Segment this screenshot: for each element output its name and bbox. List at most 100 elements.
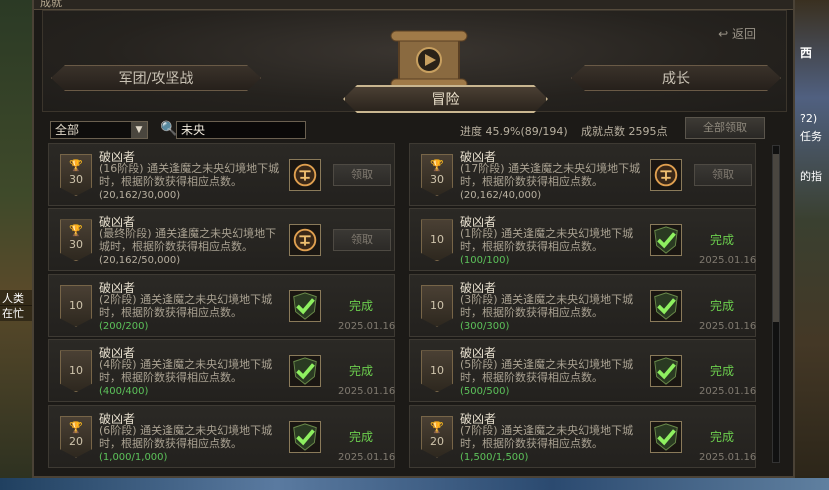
points-badge: 10: [60, 350, 92, 393]
check-shield-icon: [650, 420, 682, 453]
check-shield-icon: [289, 355, 321, 388]
side-chat-text: 在忙: [0, 305, 32, 321]
points-badge: 🏆 20: [60, 415, 92, 458]
tab-adventure-label: 冒险: [431, 92, 460, 108]
claim-button[interactable]: 领取: [333, 164, 391, 186]
points-badge: 10: [421, 284, 453, 327]
emblem-reward-icon: [289, 224, 321, 257]
trophy-icon: 🏆: [69, 159, 83, 172]
category-select[interactable]: 全部 ▼: [50, 121, 148, 139]
tab-legion[interactable]: 军团/攻坚战: [51, 65, 261, 91]
trophy-icon: 🏆: [69, 420, 83, 434]
points-badge: 🏆 30: [421, 154, 453, 196]
achievement-card: 10 破凶者 (4阶段) 通关逢魔之未央幻境地下城时，根据阶数获得相应点数。 (…: [48, 339, 396, 403]
achievement-description: (7阶段) 通关逢魔之未央幻境地下城时，根据阶数获得相应点数。: [460, 423, 634, 450]
back-button[interactable]: ↩ 返回: [718, 25, 756, 42]
scroll-emblem-icon: [390, 30, 468, 90]
achievement-description: (6阶段) 通关逢魔之未央幻境地下城时，根据阶数获得相应点数。: [99, 423, 273, 450]
claim-all-button[interactable]: 全部领取: [685, 117, 765, 139]
complete-label: 完成: [349, 298, 374, 313]
points-badge: 🏆 20: [421, 415, 453, 458]
tab-growth-label: 成长: [662, 71, 690, 87]
search-icon: 🔍: [160, 121, 178, 137]
complete-label: 完成: [349, 429, 374, 444]
achievement-description: (5阶段) 通关逢魔之未央幻境地下城时，根据阶数获得相应点数。: [460, 358, 634, 385]
points-badge: 🏆 30: [60, 154, 92, 196]
achievement-description: (1阶段) 通关逢魔之未央幻境地下城时，根据阶数获得相应点数。: [460, 227, 634, 254]
complete-date: 2025.01.16: [699, 386, 757, 398]
achievement-card: 🏆 20 破凶者 (7阶段) 通关逢魔之未央幻境地下城时，根据阶数获得相应点数。…: [409, 404, 757, 468]
achievement-card: 🏆 20 破凶者 (6阶段) 通关逢魔之未央幻境地下城时，根据阶数获得相应点数。…: [48, 404, 395, 468]
achievement-description: (最终阶段) 通关逢魔之未央幻境地下城时，根据阶数获得相应点数。: [99, 227, 277, 254]
search-input[interactable]: 未央: [176, 121, 306, 139]
check-shield-icon: [289, 289, 321, 322]
trophy-icon: 🏆: [430, 159, 444, 172]
badge-points: 30: [69, 238, 83, 252]
emblem-reward-icon: [289, 159, 321, 191]
complete-label: 完成: [710, 429, 735, 444]
back-label: 返回: [731, 27, 756, 41]
claim-button[interactable]: 领取: [694, 164, 752, 186]
complete-date: 2025.01.16: [338, 386, 396, 398]
game-background-right: [795, 0, 829, 490]
badge-points: 10: [69, 364, 83, 378]
achievement-progress: (1,000/1,000): [99, 451, 168, 463]
points-badge: 10: [60, 284, 92, 327]
achievement-description: (3阶段) 通关逢魔之未央幻境地下城时，根据阶数获得相应点数。: [460, 292, 634, 319]
claim-button[interactable]: 领取: [333, 229, 391, 252]
complete-label: 完成: [710, 233, 735, 248]
tab-adventure[interactable]: 冒险: [343, 85, 548, 113]
achievement-card: 10 破凶者 (5阶段) 通关逢魔之未央幻境地下城时，根据阶数获得相应点数。 (…: [409, 339, 757, 403]
header-area: ↩ 返回 军团/攻坚战 成长 冒险: [42, 10, 787, 112]
complete-label: 完成: [349, 364, 374, 379]
achievement-card: 🏆 30 破凶者 (17阶段) 通关逢魔之未央幻境地下城时，根据阶数获得相应点数…: [409, 143, 756, 206]
side-quest-text: 任务: [800, 130, 822, 143]
check-shield-icon: [289, 420, 321, 453]
side-quest-text: 的指: [800, 170, 822, 183]
complete-date: 2025.01.16: [338, 320, 396, 332]
achievement-description: (17阶段) 通关逢魔之未央幻境地下城时，根据阶数获得相应点数。: [460, 162, 641, 188]
badge-points: 20: [430, 434, 444, 448]
badge-points: 10: [430, 233, 444, 247]
badge-points: 30: [430, 173, 444, 186]
badge-points: 10: [430, 298, 444, 312]
achievement-progress: (20,162/30,000): [99, 190, 181, 201]
category-select-value: 全部: [55, 123, 80, 137]
points-badge: 10: [421, 350, 453, 393]
achievement-card: 10 破凶者 (3阶段) 通关逢魔之未央幻境地下城时，根据阶数获得相应点数。 (…: [409, 273, 757, 337]
side-quest-text: ?2): [800, 112, 818, 125]
achievement-progress: (400/400): [99, 386, 149, 398]
complete-date: 2025.01.16: [699, 255, 757, 267]
achievement-description: (16阶段) 通关逢魔之未央幻境地下城时，根据阶数获得相应点数。: [99, 162, 280, 188]
achievement-description: (2阶段) 通关逢魔之未央幻境地下城时，根据阶数获得相应点数。: [99, 292, 273, 319]
dropdown-arrow-icon[interactable]: ▼: [131, 122, 147, 138]
emblem-reward-icon: [650, 159, 682, 191]
side-quest-text: 西: [800, 46, 813, 60]
side-chat-text: 人类: [0, 290, 32, 306]
points-badge: 🏆 30: [60, 219, 92, 262]
complete-date: 2025.01.16: [699, 451, 757, 463]
window-title-bar: 成就: [34, 0, 793, 10]
achievement-progress: (20,162/40,000): [460, 190, 542, 201]
achievement-card: 🏆 30 破凶者 (最终阶段) 通关逢魔之未央幻境地下城时，根据阶数获得相应点数…: [48, 208, 395, 272]
badge-points: 10: [430, 364, 444, 378]
game-bottom-bar: [0, 478, 829, 490]
progress-text: 进度 45.9%(89/194): [460, 125, 568, 138]
window-title: 成就: [40, 0, 62, 9]
list-scrollbar[interactable]: [772, 145, 780, 463]
back-arrow-icon: ↩: [718, 27, 729, 41]
achievement-progress: (500/500): [460, 386, 510, 398]
achievement-card: 10 破凶者 (1阶段) 通关逢魔之未央幻境地下城时，根据阶数获得相应点数。 (…: [409, 208, 757, 272]
tab-growth[interactable]: 成长: [571, 65, 781, 91]
scrollbar-thumb[interactable]: [773, 154, 779, 322]
points-badge: 10: [421, 219, 453, 262]
achievement-progress: (100/100): [460, 255, 510, 267]
badge-points: 30: [69, 173, 83, 186]
complete-date: 2025.01.16: [699, 320, 757, 332]
trophy-icon: 🏆: [69, 224, 83, 238]
achievement-description: (4阶段) 通关逢魔之未央幻境地下城时，根据阶数获得相应点数。: [99, 358, 273, 385]
trophy-icon: 🏆: [430, 420, 444, 434]
tab-legion-label: 军团/攻坚战: [118, 71, 194, 87]
badge-points: 20: [69, 434, 83, 448]
achievement-window: 成就 ↩ 返回 军团/攻坚战 成长 冒险 全部 ▼ 🔍 未央 进度 45.9%(…: [32, 0, 795, 478]
